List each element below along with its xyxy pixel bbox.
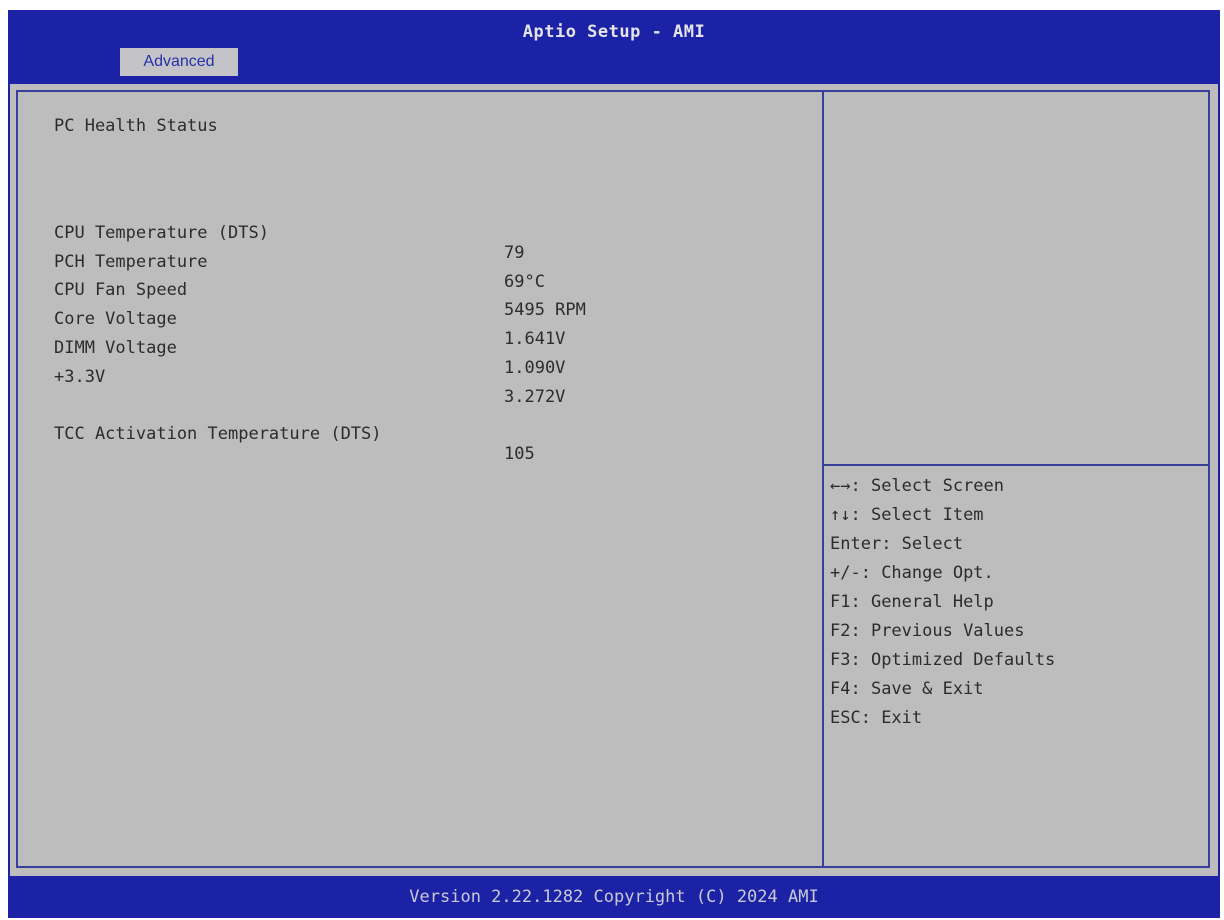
help-line-previous-values: F2: Previous Values — [830, 621, 1025, 641]
main-panel: PC Health Status CPU Temperature (DTS) 7… — [10, 84, 1218, 876]
help-line-exit: ESC: Exit — [830, 708, 923, 728]
help-line-change-opt: +/-: Change Opt. — [830, 563, 994, 583]
content-frame: PC Health Status CPU Temperature (DTS) 7… — [16, 90, 1210, 868]
bios-screen: Aptio Setup - AMI Advanced PC Health Sta… — [8, 10, 1220, 918]
help-separator — [824, 464, 1210, 466]
setting-value: 1.090V — [504, 358, 566, 378]
version-footer: Version 2.22.1282 Copyright (C) 2024 AMI — [409, 887, 819, 907]
setting-value: 1.641V — [504, 329, 566, 349]
setting-value: 79 — [504, 243, 525, 263]
section-title: PC Health Status — [54, 116, 218, 136]
help-line-select: Enter: Select — [830, 534, 964, 554]
arrow-left-right-icon: ←→ — [830, 476, 851, 496]
help-line-optimized-defaults: F3: Optimized Defaults — [830, 650, 1056, 670]
setting-label: TCC Activation Temperature (DTS) — [54, 424, 382, 444]
help-line-select-item: ↑↓: Select Item — [830, 505, 984, 525]
setting-value: 105 — [504, 444, 535, 464]
setting-value: 5495 RPM — [504, 300, 586, 320]
setting-row[interactable]: TCC Activation Temperature (DTS) 105 — [54, 404, 535, 484]
setting-value: 3.272V — [504, 387, 566, 407]
tab-advanced[interactable]: Advanced — [120, 48, 238, 76]
help-line-general-help: F1: General Help — [830, 592, 994, 612]
help-line-select-screen: ←→: Select Screen — [830, 476, 1005, 496]
pane-divider — [822, 92, 824, 866]
window-title: Aptio Setup - AMI — [522, 22, 706, 42]
arrow-up-down-icon: ↑↓ — [830, 505, 851, 525]
setting-value: 69°C — [504, 272, 545, 292]
setting-label: +3.3V — [54, 367, 106, 387]
help-line-save-exit: F4: Save & Exit — [830, 679, 984, 699]
